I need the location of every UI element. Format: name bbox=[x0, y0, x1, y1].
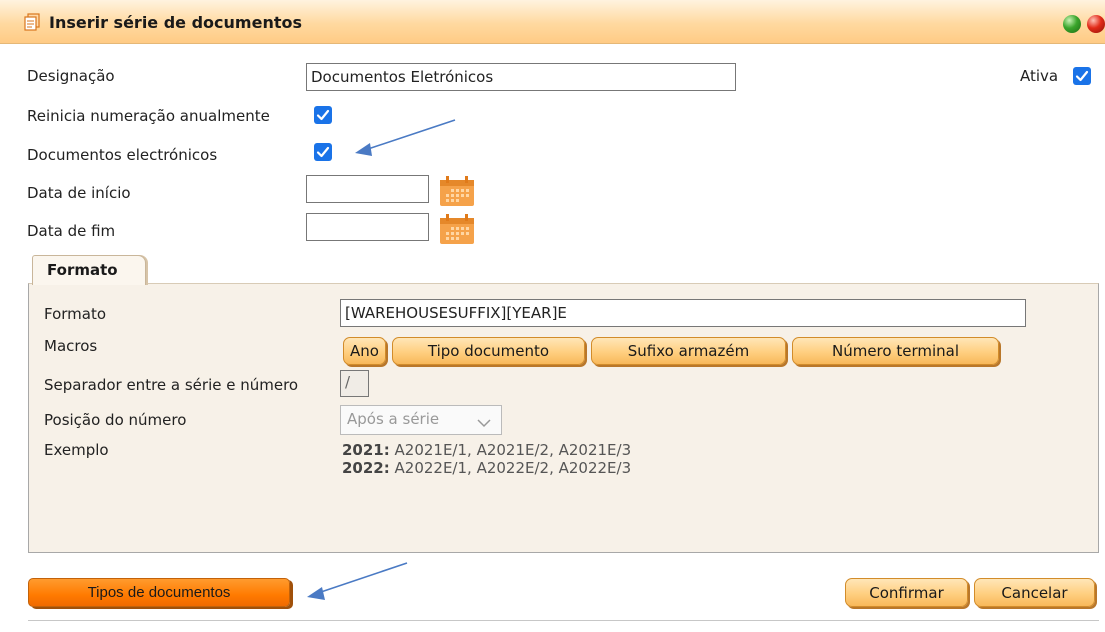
window-titlebar: Inserir série de documentos bbox=[0, 0, 1105, 44]
reinicia-checkbox[interactable] bbox=[314, 106, 332, 124]
data-fim-label: Data de fim bbox=[27, 222, 116, 240]
documents-icon bbox=[24, 13, 42, 35]
ativa-checkbox[interactable] bbox=[1073, 67, 1091, 85]
exemplo-values: A2022E/1, A2022E/2, A2022E/3 bbox=[389, 459, 632, 477]
designacao-input[interactable] bbox=[306, 63, 736, 91]
cancel-button[interactable]: Cancelar bbox=[974, 578, 1095, 607]
window-title: Inserir série de documentos bbox=[49, 13, 302, 32]
exemplo-values: A2021E/1, A2021E/2, A2021E/3 bbox=[389, 441, 632, 459]
arrow-icon bbox=[355, 119, 456, 156]
designacao-label: Designação bbox=[27, 67, 115, 85]
confirm-button[interactable]: Confirmar bbox=[845, 578, 968, 607]
formato-label: Formato bbox=[44, 305, 107, 323]
separador-label: Separador entre a série e número bbox=[44, 376, 299, 394]
check-icon bbox=[1075, 70, 1089, 82]
calendar-icon[interactable] bbox=[439, 175, 475, 207]
posicao-label: Posição do número bbox=[44, 411, 187, 429]
chevron-down-icon bbox=[477, 414, 491, 432]
exemplo-label: Exemplo bbox=[44, 441, 109, 459]
exemplo-line: 2021: A2021E/1, A2021E/2, A2021E/3 bbox=[342, 441, 631, 459]
macro-ano-button[interactable]: Ano bbox=[343, 337, 386, 365]
macro-tipo-documento-button[interactable]: Tipo documento bbox=[392, 337, 585, 365]
posicao-selected-value: Após a série bbox=[347, 410, 440, 428]
exemplo-year: 2022: bbox=[342, 459, 390, 477]
exemplo-line: 2022: A2022E/1, A2022E/2, A2022E/3 bbox=[342, 459, 631, 477]
macro-numero-terminal-button[interactable]: Número terminal bbox=[792, 337, 999, 365]
tab-formato[interactable]: Formato bbox=[32, 255, 146, 285]
separador-input[interactable]: / bbox=[340, 370, 369, 397]
posicao-select[interactable]: Após a série bbox=[340, 405, 502, 435]
arrow-icon bbox=[307, 562, 408, 600]
green-ball-icon[interactable] bbox=[1063, 15, 1081, 33]
data-inicio-input[interactable] bbox=[306, 175, 429, 203]
exemplo-year: 2021: bbox=[342, 441, 390, 459]
check-icon bbox=[316, 109, 330, 121]
calendar-icon[interactable] bbox=[439, 213, 475, 245]
footer-divider bbox=[28, 620, 1099, 621]
doc-eletronicos-checkbox[interactable] bbox=[314, 143, 332, 161]
data-fim-input[interactable] bbox=[306, 213, 429, 241]
red-ball-icon[interactable] bbox=[1087, 15, 1105, 33]
formato-input[interactable] bbox=[340, 299, 1026, 327]
tipos-documentos-button[interactable]: Tipos de documentos bbox=[28, 578, 290, 607]
ativa-label: Ativa bbox=[1020, 67, 1059, 85]
reinicia-label: Reinicia numeração anualmente bbox=[27, 107, 270, 125]
check-icon bbox=[316, 146, 330, 158]
data-inicio-label: Data de início bbox=[27, 184, 131, 202]
macros-label: Macros bbox=[44, 337, 98, 355]
macro-sufixo-armazem-button[interactable]: Sufixo armazém bbox=[591, 337, 786, 365]
doc-eletronicos-label: Documentos electrónicos bbox=[27, 146, 218, 164]
